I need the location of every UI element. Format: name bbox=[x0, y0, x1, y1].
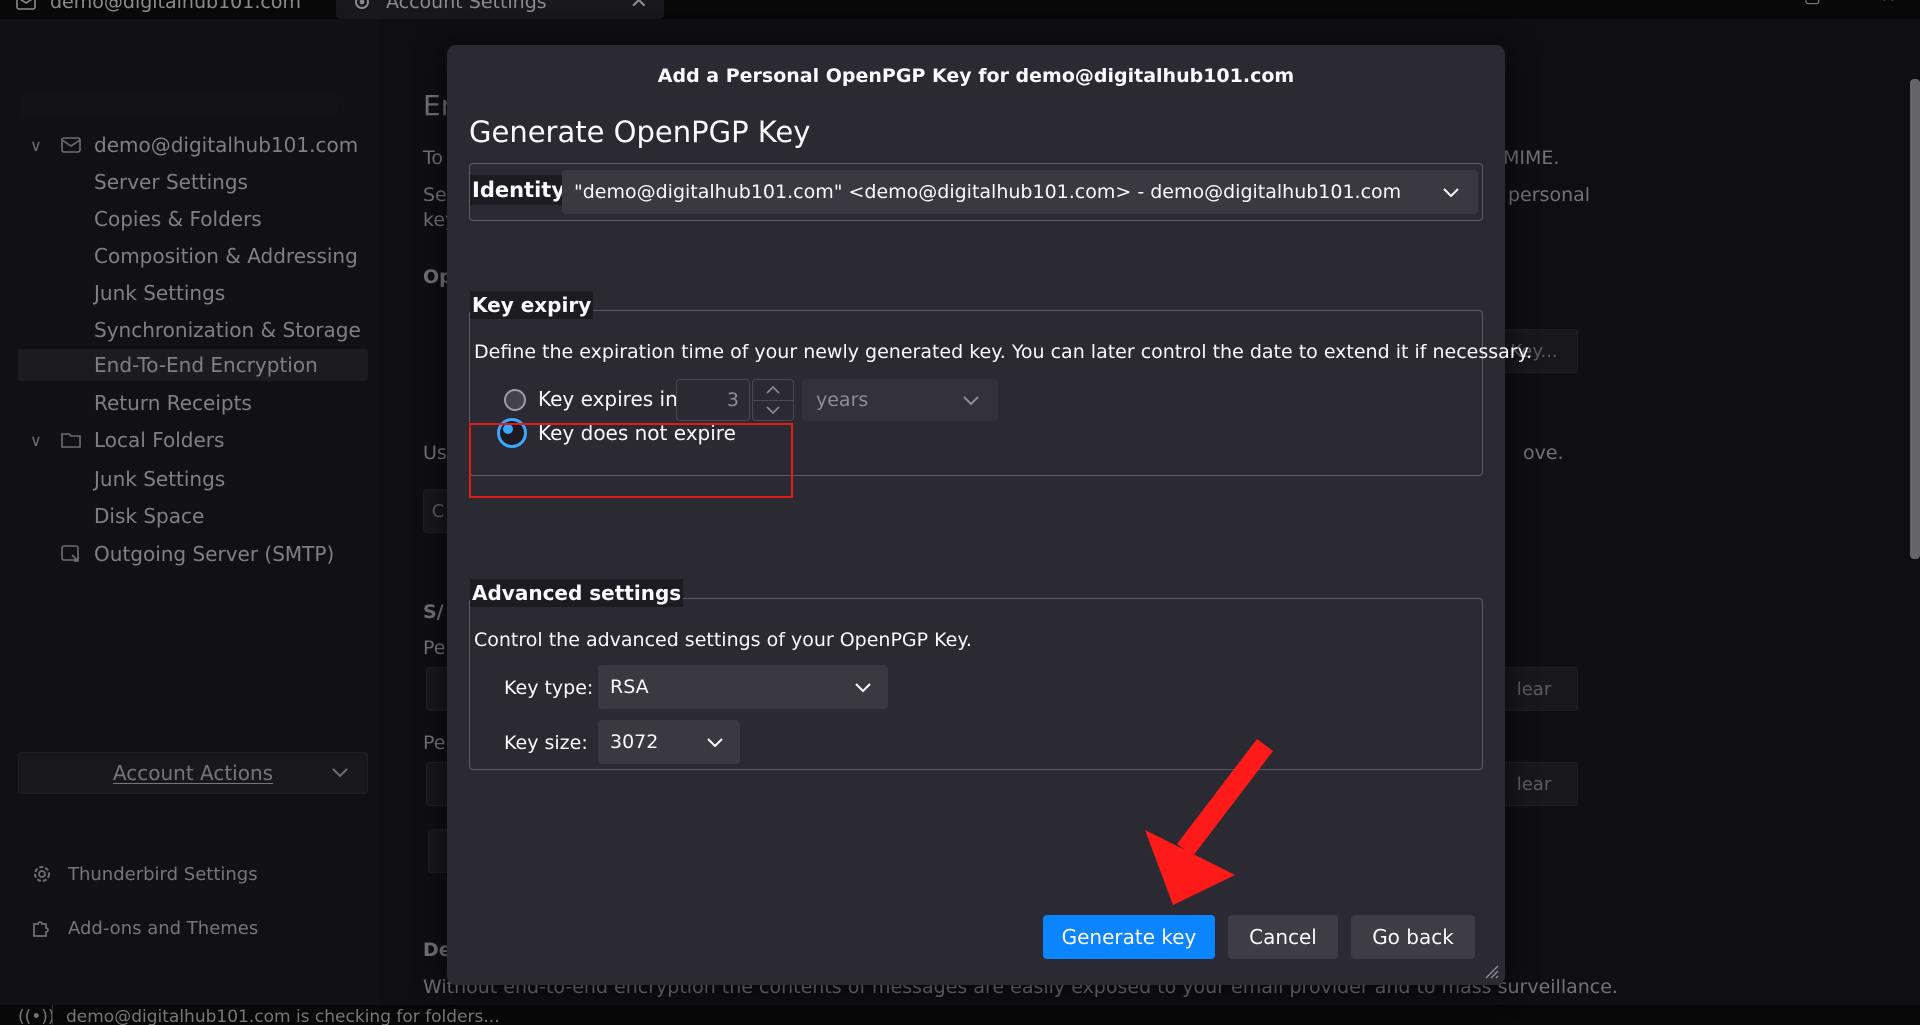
key-type-select[interactable]: RSA bbox=[598, 665, 888, 709]
expiry-unit-select[interactable]: years bbox=[802, 379, 998, 421]
chevron-down-icon bbox=[962, 391, 980, 409]
chevron-down-icon bbox=[706, 733, 724, 751]
advanced-settings-fieldset: Advanced settings Control the advanced s… bbox=[469, 579, 1483, 770]
identity-fieldset: Identity "demo@digitalhub101.com" <demo@… bbox=[469, 163, 1483, 221]
expiry-number-input[interactable]: 3 bbox=[676, 379, 750, 421]
key-expiry-legend: Key expiry bbox=[470, 291, 594, 319]
dialog-heading: Generate OpenPGP Key bbox=[469, 115, 811, 149]
annotation-highlight-box bbox=[469, 423, 793, 498]
chevron-down-icon bbox=[1442, 183, 1460, 201]
key-expiry-description: Define the expiration time of your newly… bbox=[474, 341, 1533, 363]
annotation-arrow-icon bbox=[1125, 735, 1285, 910]
spin-up-icon[interactable] bbox=[753, 380, 793, 401]
spin-down-icon[interactable] bbox=[753, 400, 793, 420]
key-type-label: Key type: bbox=[504, 677, 594, 699]
generate-key-dialog: Add a Personal OpenPGP Key for demo@digi… bbox=[447, 45, 1532, 985]
key-size-label: Key size: bbox=[504, 732, 588, 754]
chevron-down-icon bbox=[854, 678, 872, 696]
resize-grip-icon[interactable] bbox=[1481, 961, 1499, 979]
dialog-title: Add a Personal OpenPGP Key for demo@digi… bbox=[657, 65, 1295, 87]
radio-key-expires[interactable] bbox=[504, 389, 526, 411]
cancel-button[interactable]: Cancel bbox=[1228, 915, 1338, 959]
identity-label: Identity bbox=[470, 175, 568, 205]
identity-select[interactable]: "demo@digitalhub101.com" <demo@digitalhu… bbox=[562, 170, 1478, 214]
advanced-settings-legend: Advanced settings bbox=[470, 579, 684, 607]
advanced-settings-description: Control the advanced settings of your Op… bbox=[474, 629, 972, 651]
radio-key-expires-label[interactable]: Key expires in bbox=[538, 387, 678, 411]
generate-key-button[interactable]: Generate key bbox=[1043, 915, 1215, 959]
expiry-spinner[interactable] bbox=[752, 379, 794, 421]
key-size-select[interactable]: 3072 bbox=[598, 720, 740, 764]
go-back-button[interactable]: Go back bbox=[1351, 915, 1475, 959]
